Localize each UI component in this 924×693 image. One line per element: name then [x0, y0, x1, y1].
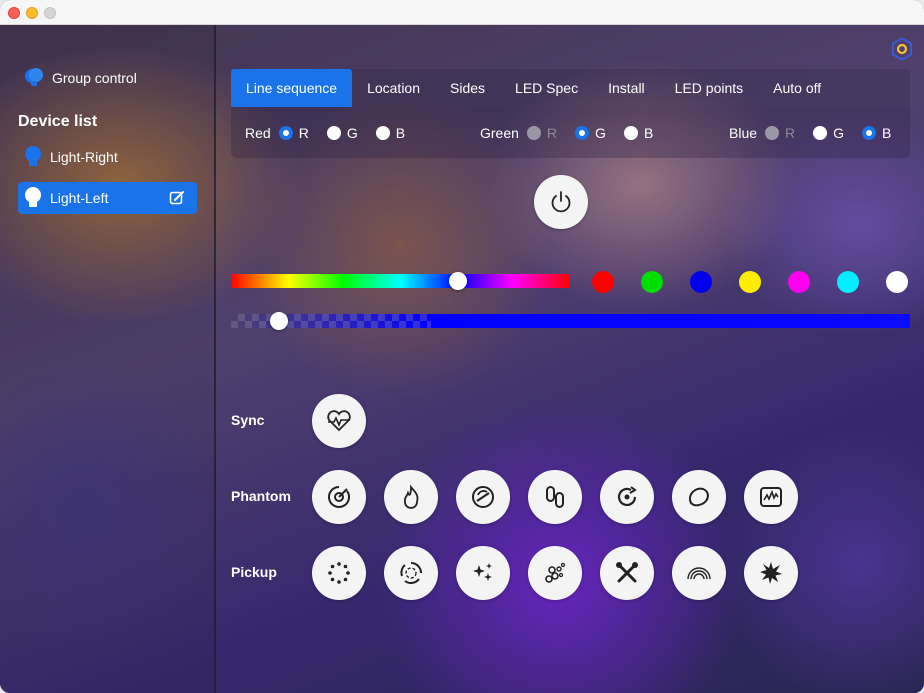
- tab-line-sequence[interactable]: Line sequence: [231, 69, 353, 107]
- radio-label: G: [833, 124, 845, 141]
- device-list-title: Device list: [18, 113, 98, 130]
- bulb-group-icon: [25, 68, 43, 86]
- red-radio-g[interactable]: [326, 125, 341, 140]
- tab-led-spec[interactable]: LED Spec: [500, 69, 593, 107]
- tab-auto-off[interactable]: Auto off: [758, 69, 836, 107]
- radio-label: B: [643, 124, 654, 141]
- green-channel-group: Green R G B: [480, 107, 671, 158]
- rotate-dot-icon: [617, 486, 637, 506]
- hue-slider-thumb[interactable]: [449, 272, 468, 290]
- radio-label: G: [346, 124, 358, 141]
- color-preset-swatch[interactable]: [641, 271, 663, 293]
- effect-phantom-7-button[interactable]: [744, 470, 798, 524]
- bulb-icon: [25, 187, 41, 207]
- effect-pickup-7-button[interactable]: [744, 546, 798, 600]
- effect-pickup-2-button[interactable]: [384, 546, 438, 600]
- title-bar: [0, 0, 924, 25]
- channel-name: Blue: [729, 124, 758, 141]
- rainbow-icon: [687, 567, 711, 580]
- bubbles-icon: [545, 562, 566, 583]
- color-preset-swatch[interactable]: [837, 271, 859, 293]
- effect-pickup-4-button[interactable]: [528, 546, 582, 600]
- color-preset-swatch[interactable]: [788, 271, 810, 293]
- device-item-light-left[interactable]: Light-Left: [18, 182, 197, 214]
- minimize-window-button[interactable]: [26, 7, 38, 19]
- effect-sync-heartbeat-button[interactable]: [312, 394, 366, 448]
- red-radio-r[interactable]: [278, 125, 293, 140]
- radio-label: R: [298, 124, 309, 141]
- rgb-mapping-panel: Red R G B Green R G B Blue R G B: [231, 107, 910, 158]
- waveform-icon: [760, 487, 782, 507]
- color-preset-swatch[interactable]: [690, 271, 712, 293]
- tab-bar: Line sequence Location Sides LED Spec In…: [231, 69, 910, 107]
- effect-phantom-4-button[interactable]: [528, 470, 582, 524]
- dots-circle-icon: [328, 562, 350, 584]
- device-item-light-right[interactable]: Light-Right: [18, 141, 197, 173]
- tab-sides[interactable]: Sides: [435, 69, 500, 107]
- group-control-button[interactable]: Group control: [22, 65, 137, 91]
- blue-radio-b[interactable]: [862, 125, 877, 140]
- radio-label: B: [395, 124, 406, 141]
- heartbeat-icon: [327, 410, 351, 432]
- tab-install[interactable]: Install: [593, 69, 660, 107]
- power-icon: [551, 191, 571, 213]
- green-radio-g[interactable]: [575, 125, 590, 140]
- radio-label: R: [546, 124, 558, 141]
- sidebar: Group control Device list Light-Right Li…: [0, 25, 216, 693]
- bulb-icon: [25, 146, 41, 166]
- close-window-button[interactable]: [8, 7, 20, 19]
- spinner-ring-icon: [400, 562, 422, 584]
- hue-slider[interactable]: [231, 272, 570, 290]
- red-radio-b[interactable]: [375, 125, 390, 140]
- green-radio-b[interactable]: [623, 125, 638, 140]
- crossed-tools-icon: [616, 562, 638, 583]
- effect-pickup-1-button[interactable]: [312, 546, 366, 600]
- radio-label: G: [595, 124, 606, 141]
- green-radio-r: [526, 125, 541, 140]
- effect-phantom-3-button[interactable]: [456, 470, 510, 524]
- blue-radio-g[interactable]: [813, 125, 828, 140]
- lemon-icon: [689, 487, 709, 507]
- settings-hex-icon[interactable]: [890, 37, 914, 61]
- radio-label: R: [785, 124, 796, 141]
- tab-location[interactable]: Location: [352, 69, 435, 107]
- flame-icon: [403, 484, 419, 509]
- blue-radio-r: [765, 125, 780, 140]
- target-spin-icon: [328, 486, 350, 508]
- brightness-slider-thumb[interactable]: [269, 312, 288, 330]
- effect-pickup-6-button[interactable]: [672, 546, 726, 600]
- device-label: Light-Left: [50, 190, 109, 206]
- radio-label: B: [882, 124, 892, 141]
- channel-name: Green: [480, 124, 519, 141]
- effect-pickup-3-button[interactable]: [456, 546, 510, 600]
- brightness-slider-transparency: [231, 314, 431, 328]
- color-preset-swatch[interactable]: [886, 271, 908, 293]
- blue-channel-group: Blue R G B: [729, 107, 909, 158]
- starburst-icon: [760, 562, 782, 584]
- effect-phantom-5-button[interactable]: [600, 470, 654, 524]
- zoom-window-button[interactable]: [44, 7, 56, 19]
- pickup-label: Pickup: [231, 564, 277, 580]
- color-preset-swatch[interactable]: [592, 271, 614, 293]
- sparkles-icon: [473, 563, 492, 581]
- color-preset-swatch[interactable]: [739, 271, 761, 293]
- device-label: Light-Right: [50, 149, 118, 165]
- sync-label: Sync: [231, 412, 265, 428]
- no-entry-swirl-icon: [472, 486, 494, 508]
- red-channel-group: Red R G B: [245, 107, 423, 158]
- group-control-label: Group control: [52, 70, 137, 86]
- effect-phantom-6-button[interactable]: [672, 470, 726, 524]
- link-icon: [546, 486, 564, 508]
- edit-icon[interactable]: [169, 190, 185, 206]
- app-window: Group control Device list Light-Right Li…: [0, 0, 924, 693]
- effect-phantom-2-button[interactable]: [384, 470, 438, 524]
- main-panel: Line sequence Location Sides LED Spec In…: [216, 25, 924, 693]
- channel-name: Red: [245, 124, 271, 141]
- effect-phantom-1-button[interactable]: [312, 470, 366, 524]
- power-button[interactable]: [534, 175, 588, 229]
- phantom-label: Phantom: [231, 488, 291, 504]
- tab-led-points[interactable]: LED points: [660, 69, 758, 107]
- effect-pickup-5-button[interactable]: [600, 546, 654, 600]
